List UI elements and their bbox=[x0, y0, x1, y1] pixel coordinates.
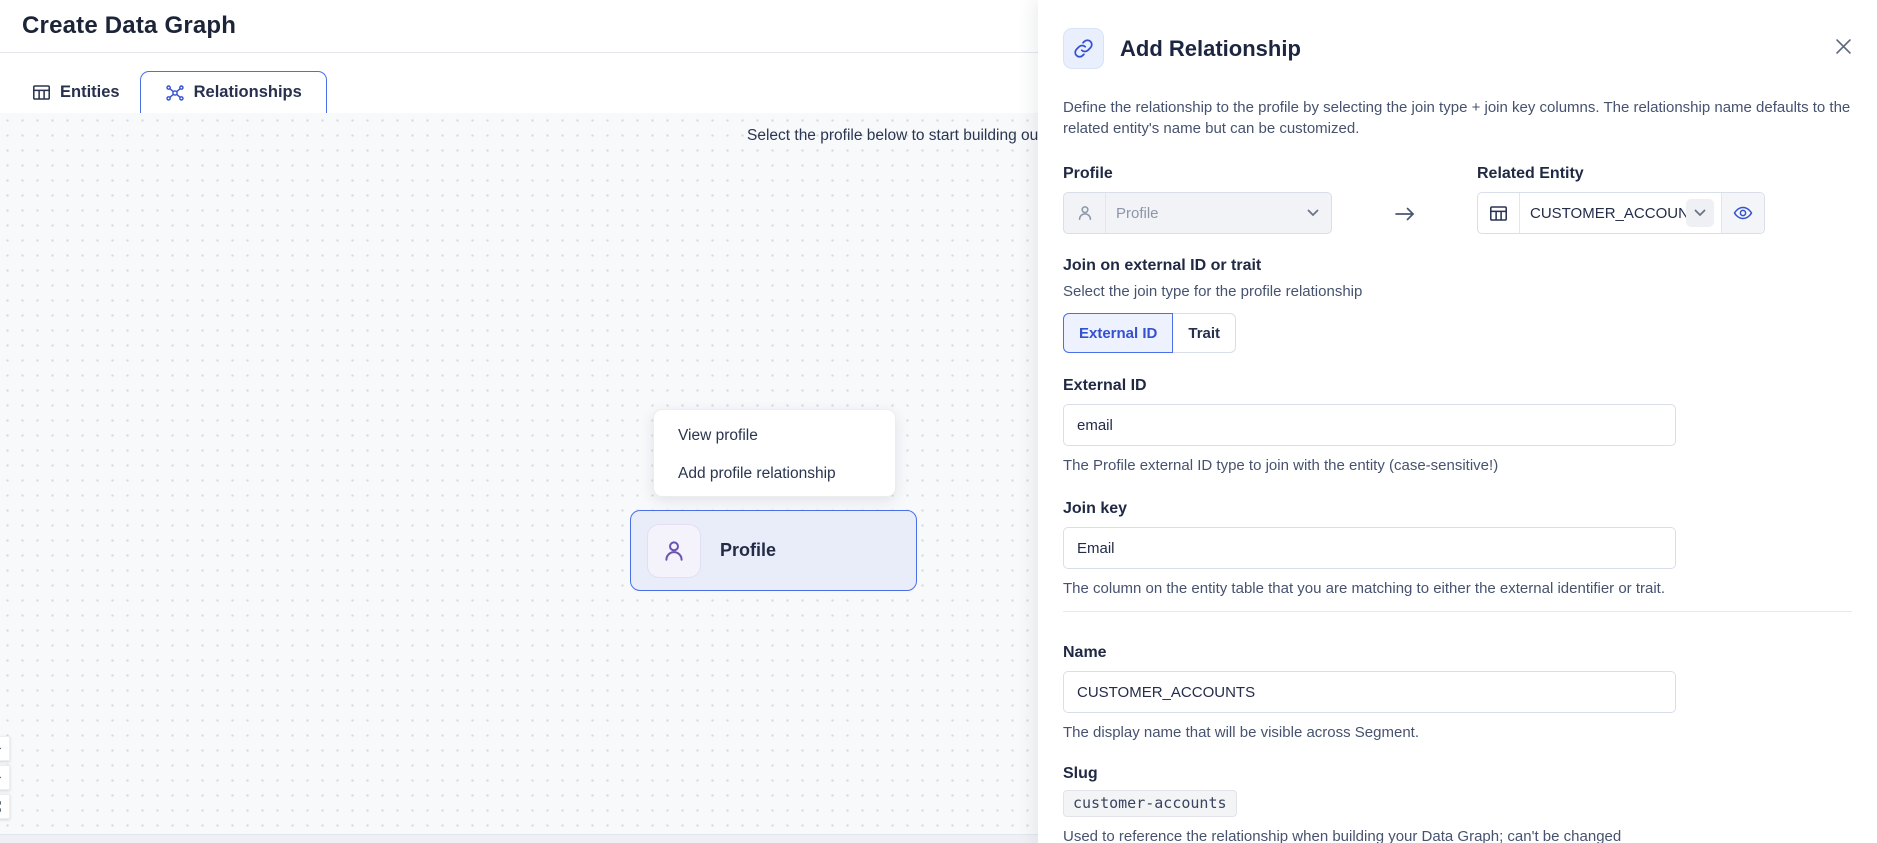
join-key-help: The column on the entity table that you … bbox=[1063, 578, 1676, 599]
fit-view-icon[interactable] bbox=[0, 794, 10, 819]
tab-entities-label: Entities bbox=[60, 83, 120, 102]
join-type-help: Select the join type for the profile rel… bbox=[1063, 281, 1852, 302]
relationship-entities-row: Profile Profile bbox=[1063, 165, 1852, 235]
tab-relationships-label: Relationships bbox=[194, 83, 302, 102]
name-help: The display name that will be visible ac… bbox=[1063, 722, 1852, 743]
zoom-in-icon[interactable] bbox=[0, 736, 10, 761]
tab-relationships[interactable]: Relationships bbox=[140, 71, 327, 113]
profile-field-group: Profile Profile bbox=[1063, 165, 1332, 234]
related-entity-field-group: Related Entity CUSTOMER_ACCOUNTS bbox=[1477, 165, 1765, 234]
join-type-section: Join on external ID or trait Select the … bbox=[1063, 257, 1852, 353]
name-input[interactable] bbox=[1063, 671, 1676, 713]
person-icon bbox=[647, 524, 701, 578]
add-relationship-panel: Add Relationship Define the relationship… bbox=[1038, 0, 1877, 843]
external-id-help: The Profile external ID type to join wit… bbox=[1063, 455, 1852, 476]
related-entity-select-value: CUSTOMER_ACCOUNTS bbox=[1520, 205, 1686, 222]
profile-select[interactable]: Profile bbox=[1063, 192, 1332, 234]
join-key-input[interactable] bbox=[1063, 527, 1676, 569]
canvas-zoom-controls bbox=[0, 736, 10, 819]
link-icon bbox=[1063, 28, 1104, 69]
join-type-option-trait[interactable]: Trait bbox=[1173, 313, 1236, 353]
join-type-label: Join on external ID or trait bbox=[1063, 257, 1852, 275]
person-icon bbox=[1064, 193, 1106, 233]
slug-help: Used to reference the relationship when … bbox=[1063, 826, 1653, 843]
related-entity-label: Related Entity bbox=[1477, 165, 1765, 183]
tab-entities[interactable]: Entities bbox=[12, 71, 140, 113]
arrow-right-icon bbox=[1332, 193, 1477, 235]
profile-field-label: Profile bbox=[1063, 165, 1332, 183]
external-id-field: External ID The Profile external ID type… bbox=[1063, 377, 1852, 476]
join-type-segmented-control: External ID Trait bbox=[1063, 313, 1236, 353]
external-id-input[interactable] bbox=[1063, 404, 1676, 446]
panel-title: Add Relationship bbox=[1120, 36, 1301, 62]
page-title: Create Data Graph bbox=[22, 12, 236, 40]
create-data-graph-window: Create Data Graph Entities Relati bbox=[0, 0, 1877, 843]
join-key-label: Join key bbox=[1063, 500, 1852, 518]
section-divider bbox=[1063, 611, 1852, 612]
slug-value-badge: customer-accounts bbox=[1063, 790, 1237, 817]
table-icon bbox=[32, 83, 51, 102]
slug-label: Slug bbox=[1063, 765, 1852, 783]
table-icon bbox=[1478, 193, 1520, 233]
slug-field: Slug customer-accounts Used to reference… bbox=[1063, 765, 1852, 843]
close-icon[interactable] bbox=[1833, 36, 1853, 56]
profile-node-label: Profile bbox=[720, 540, 776, 561]
panel-description: Define the relationship to the profile b… bbox=[1063, 97, 1852, 139]
profile-context-menu: View profile Add profile relationship bbox=[653, 409, 896, 497]
name-label: Name bbox=[1063, 644, 1852, 662]
join-type-option-external-id[interactable]: External ID bbox=[1063, 313, 1173, 353]
chevron-down-icon bbox=[1307, 209, 1319, 217]
name-field: Name The display name that will be visib… bbox=[1063, 644, 1852, 743]
join-key-field: Join key The column on the entity table … bbox=[1063, 500, 1852, 599]
external-id-label: External ID bbox=[1063, 377, 1852, 395]
chevron-down-icon bbox=[1686, 199, 1714, 227]
panel-header: Add Relationship bbox=[1063, 28, 1852, 69]
eye-icon[interactable] bbox=[1721, 193, 1764, 233]
profile-select-value: Profile bbox=[1106, 205, 1307, 222]
menu-item-add-profile-relationship[interactable]: Add profile relationship bbox=[654, 455, 895, 493]
zoom-out-icon[interactable] bbox=[0, 765, 10, 790]
profile-node[interactable]: Profile bbox=[630, 510, 917, 591]
menu-item-view-profile[interactable]: View profile bbox=[654, 417, 895, 455]
related-entity-select[interactable]: CUSTOMER_ACCOUNTS bbox=[1477, 192, 1765, 234]
graph-icon bbox=[165, 83, 185, 103]
